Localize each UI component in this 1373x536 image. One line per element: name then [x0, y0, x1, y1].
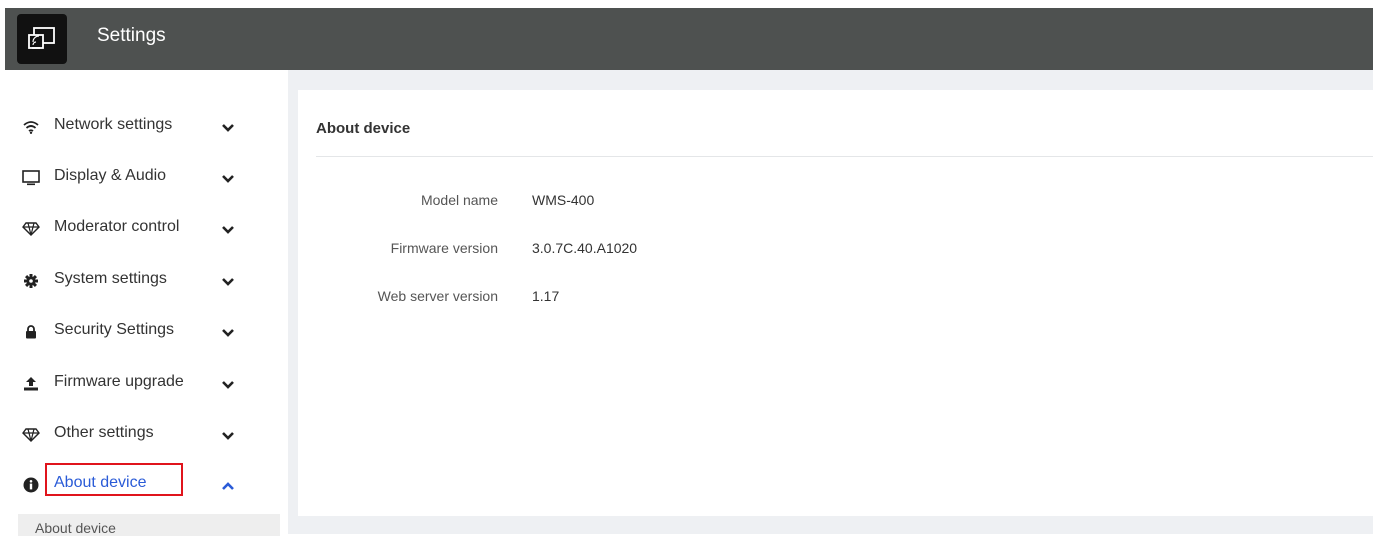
sidebar-item-system-settings[interactable]: System settings [0, 262, 280, 298]
monitor-icon [22, 169, 40, 187]
chevron-down-icon[interactable] [220, 325, 236, 341]
top-bar: Settings [5, 8, 1373, 70]
screen-cast-icon [17, 14, 67, 64]
firmware-version-label: Firmware version [390, 240, 498, 256]
sidebar-item-other-settings[interactable]: Other settings [0, 416, 280, 452]
chevron-down-icon[interactable] [220, 171, 236, 187]
sidebar-item-network-settings[interactable]: Network settings [0, 108, 280, 144]
panel-title: About device [316, 120, 411, 137]
sidebar-subitem-about-device[interactable]: About device [18, 514, 280, 536]
upload-icon [22, 375, 40, 393]
sidebar-item-security-settings[interactable]: Security Settings [0, 313, 280, 349]
divider [316, 156, 1373, 157]
model-name-label: Model name [420, 192, 498, 208]
info-icon [22, 476, 40, 494]
wifi-icon [22, 118, 40, 136]
diamond-icon [22, 220, 40, 238]
about-device-panel: About device Model name WMS-400 Firmware… [298, 90, 1373, 516]
diamond-icon [22, 426, 40, 444]
chevron-up-icon[interactable] [220, 478, 236, 494]
sidebar-item-about-device[interactable]: About device [0, 463, 280, 502]
sidebar-item-label: Firmware upgrade [54, 373, 184, 390]
lock-icon [22, 323, 40, 341]
sidebar-item-firmware-upgrade[interactable]: Firmware upgrade [0, 365, 280, 401]
sidebar-item-label: Security Settings [54, 321, 175, 338]
sidebar-item-display-audio[interactable]: Display & Audio [0, 159, 280, 195]
sidebar-item-moderator-control[interactable]: Moderator control [0, 210, 280, 246]
app-title: Settings [97, 25, 166, 46]
sidebar-item-label: System settings [54, 270, 167, 287]
sidebar-item-label: About device [54, 474, 147, 491]
web-server-version-value: 1.17 [532, 288, 560, 304]
sidebar: Network settings Display & Audio Moderat… [0, 70, 280, 536]
chevron-down-icon[interactable] [220, 222, 236, 238]
firmware-version-value: 3.0.7C.40.A1020 [532, 240, 638, 256]
sidebar-item-label: Display & Audio [54, 167, 167, 184]
gear-icon [22, 272, 40, 290]
model-name-value: WMS-400 [532, 192, 595, 208]
chevron-down-icon[interactable] [220, 428, 236, 444]
sidebar-item-label: Network settings [54, 116, 173, 133]
web-server-version-label: Web server version [377, 288, 498, 304]
chevron-down-icon[interactable] [220, 120, 236, 136]
sidebar-item-label: Moderator control [54, 218, 180, 235]
chevron-down-icon[interactable] [220, 274, 236, 290]
sidebar-item-label: Other settings [54, 424, 154, 441]
chevron-down-icon[interactable] [220, 377, 236, 393]
